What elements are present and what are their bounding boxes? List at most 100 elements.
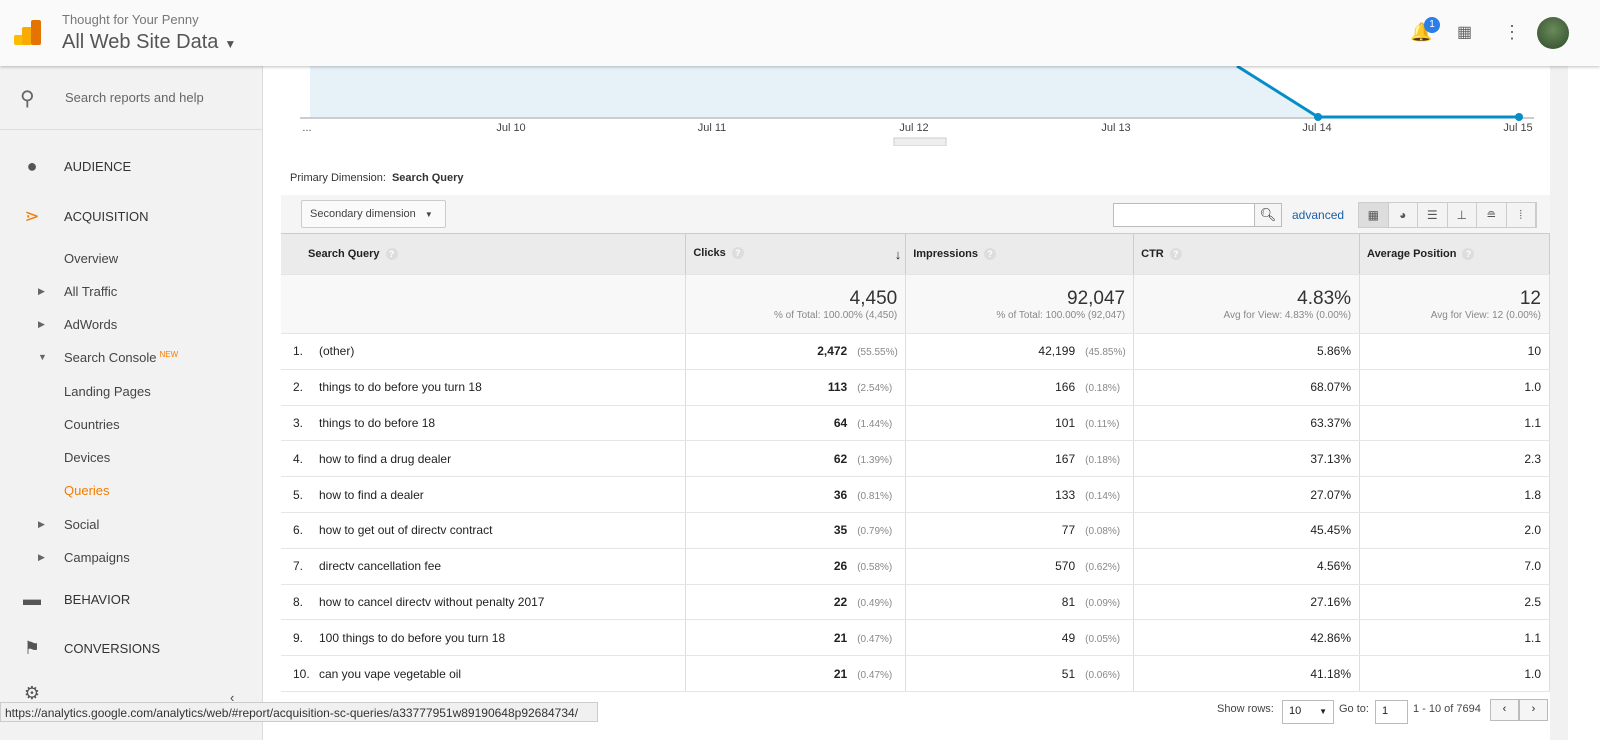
primary-dimension-value[interactable]: Search Query bbox=[392, 172, 464, 184]
clicks-cell: 64 (1.44%) bbox=[685, 405, 907, 442]
clicks-cell: 36 (0.81%) bbox=[685, 476, 907, 513]
secondary-dimension-dropdown[interactable]: Secondary dimension ▼ bbox=[301, 200, 446, 228]
impressions-value: 166 bbox=[1055, 380, 1076, 395]
impressions-value: 81 bbox=[1061, 594, 1076, 609]
clicks-value: 64 bbox=[833, 415, 848, 430]
query-cell: 7. directv cancellation fee bbox=[281, 548, 687, 585]
expand-arrow-icon: ▶ bbox=[38, 552, 45, 562]
avatar[interactable] bbox=[1537, 17, 1569, 49]
scrollbar[interactable] bbox=[1550, 66, 1568, 740]
col-search-query[interactable]: Search Query? bbox=[281, 233, 687, 275]
next-page-button[interactable]: › bbox=[1519, 699, 1548, 721]
query-text[interactable]: how to get out of directv contract bbox=[319, 523, 492, 537]
prev-page-button[interactable]: ‹ bbox=[1490, 699, 1519, 721]
impressions-value: 133 bbox=[1055, 487, 1076, 502]
impressions-pct: (0.62%) bbox=[1085, 562, 1121, 574]
query-text[interactable]: 100 things to do before you turn 18 bbox=[319, 631, 505, 645]
clicks-pct: (0.79%) bbox=[857, 526, 893, 538]
ctr-cell: 27.16% bbox=[1133, 584, 1361, 621]
header-label: Search Query bbox=[308, 248, 380, 260]
query-text[interactable]: how to find a dealer bbox=[319, 488, 424, 502]
header-label: Average Position bbox=[1367, 248, 1457, 260]
chart-area bbox=[310, 66, 1519, 117]
help-icon[interactable]: ? bbox=[1462, 248, 1475, 260]
label: Overview bbox=[64, 251, 119, 266]
data-point[interactable] bbox=[1515, 113, 1523, 121]
row-index: 3. bbox=[293, 415, 304, 430]
value: 92,047 bbox=[1067, 287, 1126, 309]
clicks-cell: 22 (0.49%) bbox=[685, 584, 907, 621]
sub: Avg for View: 4.83% (0.00%) bbox=[1223, 309, 1352, 321]
query-cell: 10. can you vape vegetable oil bbox=[281, 655, 687, 692]
clicks-pct: (0.47%) bbox=[857, 633, 893, 645]
row-index: 2. bbox=[293, 380, 304, 395]
label: Landing Pages bbox=[64, 384, 151, 399]
advanced-link[interactable]: advanced bbox=[1292, 208, 1344, 222]
position-cell: 1.1 bbox=[1359, 619, 1550, 657]
pivot-view-icon[interactable]: ⦙ bbox=[1507, 203, 1536, 227]
clicks-pct: (0.58%) bbox=[857, 562, 893, 574]
impressions-pct: (0.05%) bbox=[1085, 633, 1121, 645]
primary-dimension: Primary Dimension: Search Query bbox=[290, 172, 464, 184]
query-text[interactable]: things to do before you turn 18 bbox=[319, 380, 482, 394]
col-impressions[interactable]: Impressions? bbox=[905, 233, 1135, 275]
table-search-button[interactable]: 🔍︎ bbox=[1254, 203, 1282, 227]
total-ctr: 4.83% Avg for View: 4.83% (0.00%) bbox=[1133, 274, 1361, 334]
search-reports[interactable]: ⚲ Search reports and help bbox=[0, 66, 263, 130]
help-icon[interactable]: ? bbox=[731, 246, 744, 259]
row-index: 8. bbox=[293, 594, 304, 609]
col-clicks[interactable]: Clicks? ↓ bbox=[685, 233, 907, 275]
ctr-cell: 42.86% bbox=[1133, 619, 1361, 657]
property-selector[interactable]: All Web Site Data ▼ bbox=[62, 31, 236, 54]
performance-view-icon[interactable]: ☰ bbox=[1418, 203, 1448, 227]
pie-view-icon[interactable]: ◕ bbox=[1389, 203, 1418, 227]
query-text[interactable]: things to do before 18 bbox=[319, 416, 435, 430]
help-icon[interactable]: ? bbox=[984, 248, 997, 260]
comparison-view-icon[interactable]: ⊥ bbox=[1448, 203, 1477, 227]
show-rows-select[interactable]: 10 ▼ bbox=[1282, 700, 1334, 724]
term-cloud-icon[interactable]: ≘ bbox=[1477, 203, 1507, 227]
chart bbox=[300, 66, 1534, 146]
ctr-cell: 5.86% bbox=[1133, 333, 1361, 370]
help-icon[interactable]: ? bbox=[1169, 248, 1182, 260]
label: Secondary dimension bbox=[310, 208, 416, 220]
position-cell: 1.0 bbox=[1359, 369, 1550, 406]
clicks-value: 36 bbox=[833, 487, 848, 502]
position-cell: 2.5 bbox=[1359, 584, 1550, 621]
impressions-value: 570 bbox=[1055, 559, 1076, 574]
table-view-icon[interactable]: ▦ bbox=[1359, 203, 1389, 227]
query-cell: 2. things to do before you turn 18 bbox=[281, 369, 687, 406]
query-text[interactable]: (other) bbox=[319, 344, 354, 358]
table-filter-input[interactable] bbox=[1113, 203, 1255, 227]
x-tick: Jul 14 bbox=[1302, 122, 1332, 134]
impressions-pct: (0.14%) bbox=[1085, 490, 1121, 502]
col-average-position[interactable]: Average Position? bbox=[1359, 233, 1550, 275]
chart-resize-handle[interactable] bbox=[893, 137, 947, 146]
impressions-pct: (0.08%) bbox=[1085, 526, 1121, 538]
clicks-cell: 113 (2.54%) bbox=[685, 369, 907, 406]
clicks-cell: 26 (0.58%) bbox=[685, 548, 907, 585]
more-vert-icon[interactable]: ⋮ bbox=[1503, 22, 1521, 43]
ctr-cell: 27.07% bbox=[1133, 476, 1361, 513]
query-text[interactable]: how to cancel directv without penalty 20… bbox=[319, 595, 544, 609]
query-text[interactable]: how to find a drug dealer bbox=[319, 452, 451, 466]
sort-desc-icon: ↓ bbox=[894, 246, 902, 262]
query-text[interactable]: directv cancellation fee bbox=[319, 559, 441, 573]
person-icon: ● bbox=[26, 156, 38, 176]
search-icon: ⚲ bbox=[20, 88, 35, 110]
totals-blank bbox=[281, 274, 687, 334]
impressions-value: 49 bbox=[1061, 630, 1076, 645]
apps-grid-icon[interactable]: ▦ bbox=[1457, 22, 1472, 42]
query-cell: 4. how to find a drug dealer bbox=[281, 440, 687, 478]
clicks-value: 21 bbox=[833, 666, 848, 681]
impressions-pct: (0.11%) bbox=[1085, 418, 1120, 430]
row-index: 6. bbox=[293, 523, 304, 538]
help-icon[interactable]: ? bbox=[385, 248, 398, 260]
goto-input[interactable]: 1 bbox=[1375, 700, 1408, 724]
position-cell: 1.0 bbox=[1359, 655, 1550, 692]
expand-arrow-icon: ▶ bbox=[38, 519, 45, 529]
query-text[interactable]: can you vape vegetable oil bbox=[319, 667, 461, 681]
row-index: 10. bbox=[293, 666, 310, 681]
data-point[interactable] bbox=[1314, 113, 1322, 121]
col-ctr[interactable]: CTR? bbox=[1133, 233, 1361, 275]
